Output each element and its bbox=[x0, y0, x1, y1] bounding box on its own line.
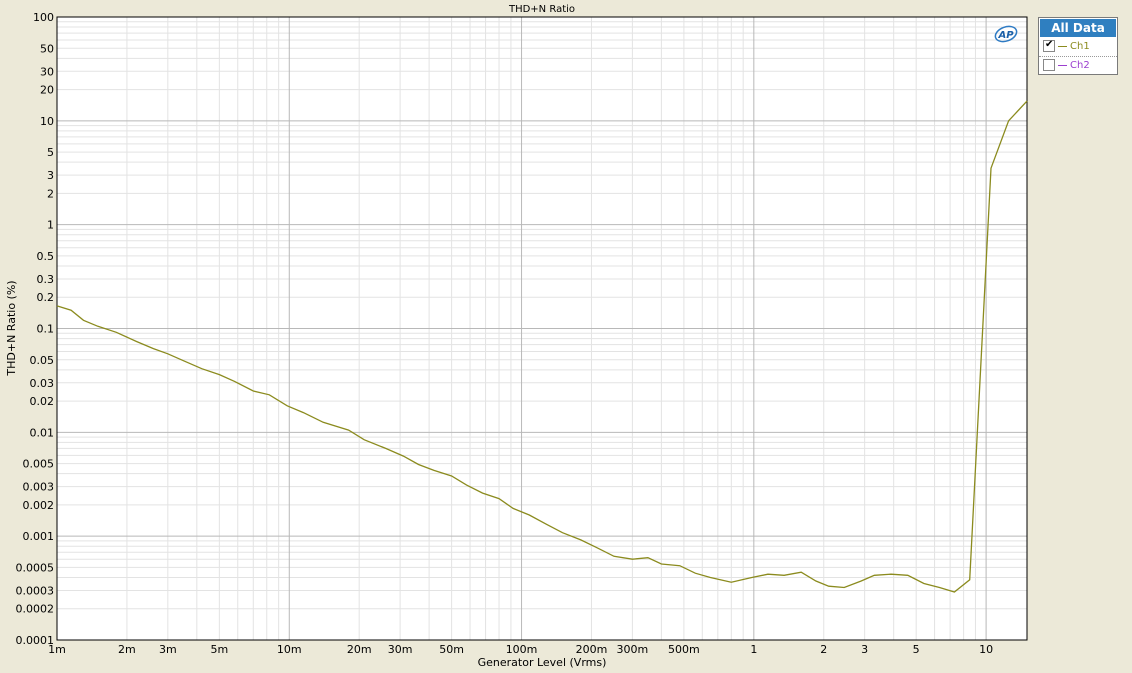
svg-text:AP: AP bbox=[997, 30, 1014, 41]
y-tick-label: 3 bbox=[47, 169, 54, 182]
x-tick-label: 2 bbox=[820, 643, 827, 656]
y-tick-label: 0.0003 bbox=[16, 584, 55, 597]
y-tick-label: 0.01 bbox=[30, 426, 55, 439]
y-tick-label: 0.0005 bbox=[16, 561, 55, 574]
x-tick-label: 3m bbox=[159, 643, 177, 656]
y-tick-labels: 100 50 30 20 10 5 3 2 1 0.5 0.3 0.2 0.1 0.05 0.03 0.02 0… bbox=[16, 11, 55, 647]
ch1-color-swatch bbox=[1058, 45, 1067, 47]
x-tick-label: 100m bbox=[506, 643, 538, 656]
y-tick-label: 0.0002 bbox=[16, 603, 55, 616]
chart-title: THD+N Ratio bbox=[508, 4, 575, 15]
y-tick-label: 2 bbox=[47, 187, 54, 200]
y-tick-label: 1 bbox=[47, 219, 54, 232]
chart-svg: THD+N Ratio 1m 2m 3m 5m 10m 20m 30m 50m 100m 200m… bbox=[5, 4, 1028, 669]
x-tick-label: 5m bbox=[210, 643, 228, 656]
y-tick-label: 0.3 bbox=[37, 273, 55, 286]
y-tick-label: 0.02 bbox=[30, 395, 55, 408]
y-axis-label: THD+N Ratio (%) bbox=[5, 280, 18, 376]
x-tick-label: 30m bbox=[388, 643, 413, 656]
x-tick-label: 5 bbox=[913, 643, 920, 656]
x-tick-label: 2m bbox=[118, 643, 136, 656]
x-tick-labels: 1m 2m 3m 5m 10m 20m 30m 50m 100m 200m 300m 500m 1 2 3 5… bbox=[48, 643, 993, 656]
checkmark-icon: ✔ bbox=[1045, 39, 1054, 50]
chart-window: THD+N Ratio 1m 2m 3m 5m 10m 20m 30m 50m 100m 200m… bbox=[0, 0, 1132, 673]
x-tick-label: 500m bbox=[668, 643, 700, 656]
x-axis-label: Generator Level (Vrms) bbox=[478, 656, 607, 669]
ch2-label: Ch2 bbox=[1070, 60, 1090, 71]
x-tick-label: 50m bbox=[439, 643, 464, 656]
x-tick-label: 10 bbox=[979, 643, 993, 656]
y-tick-label: 0.1 bbox=[37, 323, 55, 336]
ch2-checkbox[interactable] bbox=[1043, 59, 1055, 71]
y-tick-label: 0.05 bbox=[30, 354, 55, 367]
y-tick-label: 0.0001 bbox=[16, 634, 55, 647]
y-tick-label: 0.002 bbox=[23, 499, 55, 512]
y-tick-label: 0.005 bbox=[23, 458, 55, 471]
y-tick-label: 10 bbox=[40, 115, 54, 128]
legend-header-all-data[interactable]: All Data bbox=[1040, 19, 1116, 37]
y-tick-label: 50 bbox=[40, 42, 54, 55]
legend-item-ch2[interactable]: Ch2 bbox=[1039, 56, 1117, 75]
y-tick-label: 30 bbox=[40, 65, 54, 78]
y-tick-label: 0.2 bbox=[37, 291, 55, 304]
y-tick-label: 0.5 bbox=[37, 250, 55, 263]
legend-panel: All Data ✔ Ch1 Ch2 bbox=[1038, 17, 1118, 75]
ch1-checkbox[interactable]: ✔ bbox=[1043, 39, 1055, 52]
y-tick-label: 0.001 bbox=[23, 530, 55, 543]
ap-logo-icon: AP bbox=[994, 25, 1018, 43]
x-tick-label: 300m bbox=[617, 643, 649, 656]
y-tick-label: 5 bbox=[47, 146, 54, 159]
y-tick-label: 0.003 bbox=[23, 481, 55, 494]
y-tick-label: 100 bbox=[33, 11, 54, 24]
x-tick-label: 10m bbox=[277, 643, 302, 656]
x-tick-label: 3 bbox=[861, 643, 868, 656]
x-tick-label: 200m bbox=[576, 643, 608, 656]
legend-item-ch1[interactable]: ✔ Ch1 bbox=[1039, 38, 1117, 56]
x-tick-label: 20m bbox=[347, 643, 372, 656]
y-tick-label: 20 bbox=[40, 84, 54, 97]
ch1-label: Ch1 bbox=[1070, 41, 1090, 52]
x-tick-label: 1 bbox=[750, 643, 757, 656]
ch2-color-swatch bbox=[1058, 64, 1067, 66]
y-tick-label: 0.03 bbox=[30, 377, 55, 390]
